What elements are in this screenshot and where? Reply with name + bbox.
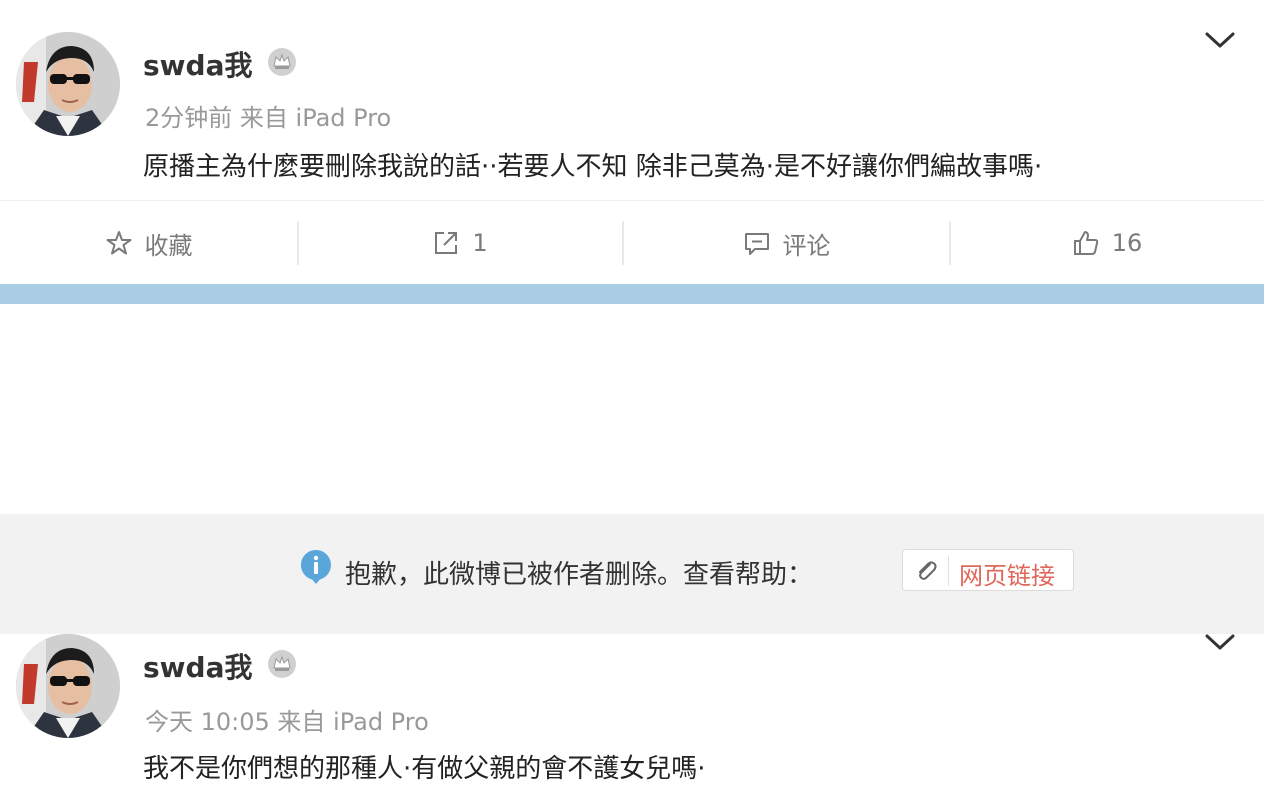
paperclip-icon: [913, 558, 939, 584]
web-link-button[interactable]: 网页链接: [902, 549, 1074, 591]
feed-separator: [0, 284, 1264, 304]
share-icon: [435, 232, 458, 254]
star-icon: [106, 231, 131, 255]
thumbs-up-icon: [1073, 231, 1098, 255]
like-count: 16: [1111, 229, 1143, 257]
avatar[interactable]: [16, 32, 120, 136]
post-meta: 今天 10:05 来自 iPad Pro: [145, 708, 429, 736]
weibo-post: swda我 2分钟前 来自 iPad Pro 原播主為什麼要刪除我說的話··若要…: [0, 0, 1264, 285]
chevron-down-icon[interactable]: [1204, 30, 1236, 50]
comment-label: 评论: [782, 231, 831, 260]
link-divider: [948, 556, 949, 586]
favorite-button[interactable]: 收藏: [0, 201, 297, 285]
crown-badge-icon: [267, 649, 297, 679]
crown-badge-icon: [267, 47, 297, 77]
web-link-label[interactable]: 网页链接: [959, 556, 1055, 591]
like-button[interactable]: 16: [950, 201, 1264, 285]
chevron-down-icon[interactable]: [1204, 632, 1236, 652]
comment-button[interactable]: 评论: [623, 201, 950, 285]
username[interactable]: swda我: [143, 646, 252, 686]
post-content: 原播主為什麼要刪除我說的話··若要人不知 除非己莫為·是不好讓你們編故事嗎·: [143, 152, 1043, 182]
post-content: 我不是你們想的那種人·有做父親的會不護女兒嗎·: [143, 754, 706, 784]
repost-count: 1: [472, 229, 488, 257]
info-icon: [300, 549, 332, 585]
deleted-notice-text: 抱歉，此微博已被作者删除。查看帮助：: [345, 560, 814, 590]
favorite-label: 收藏: [144, 231, 193, 260]
avatar[interactable]: [16, 634, 120, 738]
post-action-bar: 收藏 1 评论 16: [0, 200, 1264, 285]
comment-icon: [744, 233, 769, 255]
username[interactable]: swda我: [143, 44, 252, 84]
repost-button[interactable]: 1: [297, 201, 623, 285]
post-meta: 2分钟前 来自 iPad Pro: [145, 104, 392, 132]
